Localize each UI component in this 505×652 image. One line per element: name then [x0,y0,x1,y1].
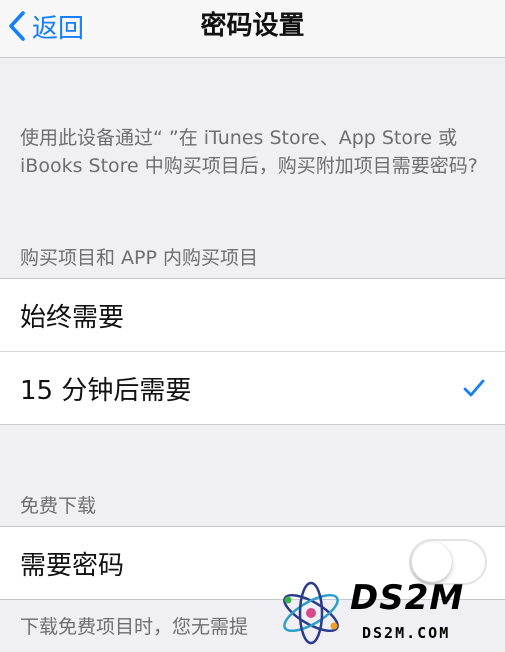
section-header-purchases: 购买项目和 APP 内购买项目 [20,247,258,269]
purchase-options-group: 始终需要 15 分钟后需要 [0,278,505,425]
watermark-brand: DS2M [350,578,465,618]
section-header-free-downloads: 免费下载 [20,495,97,517]
purchase-description: 使用此设备通过“ ”在 iTunes Store、App Store 或 iBo… [20,127,478,177]
watermark: DS2M DS2M.COM [272,572,502,650]
navigation-bar: 返回 密码设置 [0,0,505,58]
checkmark-icon [463,379,485,397]
atom-logo-icon [283,581,339,645]
option-label: 始终需要 [20,302,125,333]
option-always-require[interactable]: 始终需要 [0,279,505,351]
option-require-after-15-min[interactable]: 15 分钟后需要 [0,351,505,424]
require-password-label: 需要密码 [20,550,125,581]
free-downloads-footer: 下载免费项目时，您无需提 [20,616,249,638]
watermark-domain: DS2M.COM [362,624,451,642]
option-label: 15 分钟后需要 [20,375,192,406]
page-title: 密码设置 [200,11,305,41]
